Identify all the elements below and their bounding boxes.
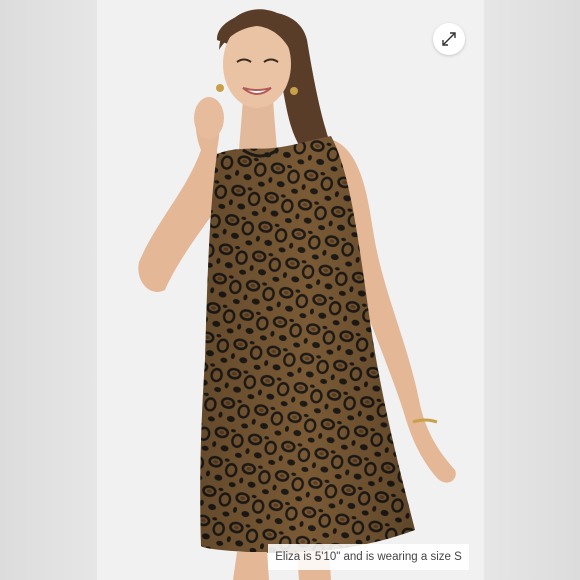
model-in-leopard-dress-image [138, 9, 456, 580]
right-gallery-margin [484, 0, 580, 580]
expand-button[interactable] [433, 23, 465, 55]
product-photo[interactable] [97, 0, 484, 580]
expand-arrows-icon [442, 32, 456, 46]
left-gallery-margin [0, 0, 97, 580]
model-size-caption: Eliza is 5'10" and is wearing a size S [268, 544, 469, 570]
